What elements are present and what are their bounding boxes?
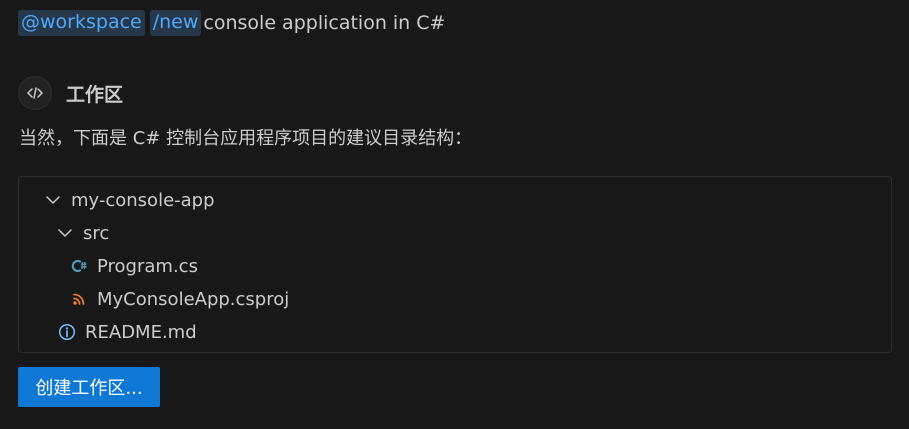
agent-mention-chip[interactable]: @workspace — [18, 10, 145, 36]
tree-item-my-console-app[interactable]: my-console-app — [44, 185, 215, 215]
rss-icon — [70, 290, 88, 308]
slash-command-chip[interactable]: /new — [149, 10, 202, 36]
tree-item-program-cs[interactable]: Program.cs — [70, 251, 198, 281]
tree-item-label: README.md — [85, 321, 197, 343]
agent-name: 工作区 — [66, 83, 124, 106]
info-icon — [58, 323, 76, 341]
chevron-down-icon[interactable] — [56, 224, 74, 242]
tree-item-src[interactable]: src — [56, 218, 109, 248]
tree-item-label: MyConsoleApp.csproj — [97, 288, 290, 310]
create-workspace-button[interactable]: 创建工作区... — [18, 367, 160, 407]
tree-item-csproj[interactable]: MyConsoleApp.csproj — [70, 284, 289, 314]
code-icon — [18, 76, 52, 110]
tree-item-label: Program.cs — [97, 255, 198, 277]
chat-request: @workspace /new console application in C… — [18, 9, 445, 37]
tree-item-label: my-console-app — [71, 189, 215, 211]
csharp-icon — [70, 257, 88, 275]
file-tree: my-console-app src Program.cs MyConsoleA… — [18, 176, 892, 353]
tree-item-label: src — [83, 222, 110, 244]
chevron-down-icon[interactable] — [44, 191, 62, 209]
tree-item-readme[interactable]: README.md — [58, 317, 197, 347]
response-header: 工作区 — [18, 75, 123, 111]
response-text: 当然，下面是 C# 控制台应用程序项目的建议目录结构： — [19, 128, 473, 149]
request-text: console application in C# — [203, 12, 446, 34]
